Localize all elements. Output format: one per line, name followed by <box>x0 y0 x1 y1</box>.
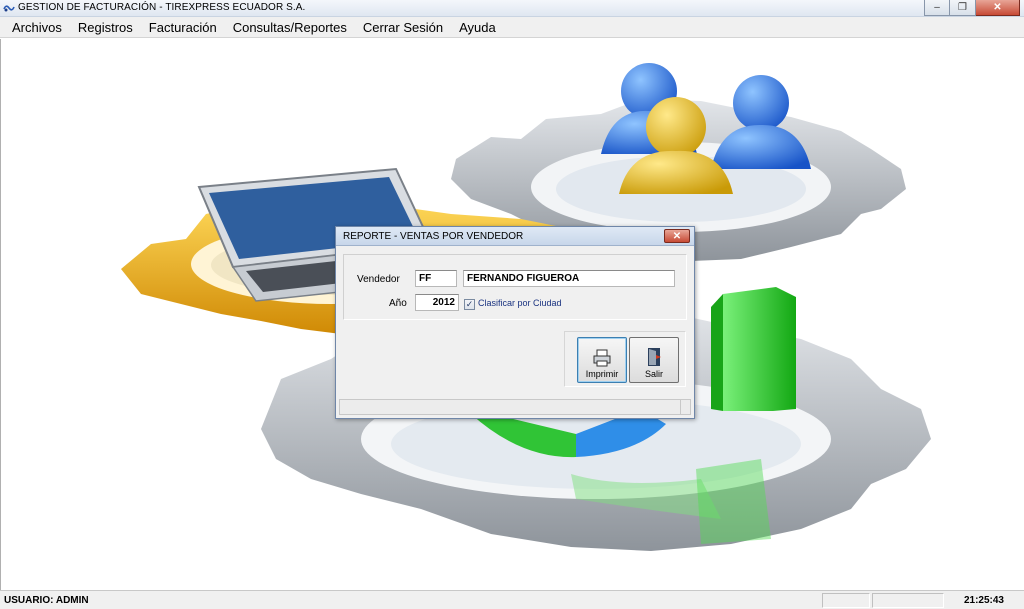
action-button-group: Imprimir Salir <box>564 331 686 387</box>
app-statusbar: USUARIO: ADMIN 21:25:43 <box>0 590 1024 609</box>
app-icon <box>3 5 15 12</box>
window-controls: – ❐ ✕ <box>924 0 1020 16</box>
door-exit-icon <box>648 348 661 366</box>
status-panel-1 <box>822 593 870 608</box>
dialog-statusbar <box>339 399 691 415</box>
menu-ayuda[interactable]: Ayuda <box>451 20 504 35</box>
menu-cerrar-sesion[interactable]: Cerrar Sesión <box>355 20 451 35</box>
dialog-title: REPORTE - VENTAS POR VENDEDOR <box>343 231 524 242</box>
printer-icon <box>593 349 611 367</box>
clasificar-label[interactable]: Clasificar por Ciudad <box>478 298 562 308</box>
restore-button[interactable]: ❐ <box>950 0 976 16</box>
anio-input[interactable]: 2012 <box>415 294 459 311</box>
vendedor-name-input[interactable]: FERNANDO FIGUEROA <box>463 270 675 287</box>
exit-button[interactable]: Salir <box>629 337 679 383</box>
status-clock: 21:25:43 <box>963 595 1004 606</box>
anio-label: Año <box>389 298 407 309</box>
vendedor-code-input[interactable]: FF <box>415 270 457 287</box>
menu-facturacion[interactable]: Facturación <box>141 20 225 35</box>
mdi-workspace: REPORTE - VENTAS POR VENDEDOR ✕ Vendedor… <box>0 39 1024 590</box>
menu-bar: Archivos Registros Facturación Consultas… <box>0 17 1024 38</box>
resize-grip[interactable] <box>680 400 690 414</box>
dialog-titlebar: REPORTE - VENTAS POR VENDEDOR ✕ <box>336 227 694 246</box>
menu-registros[interactable]: Registros <box>70 20 141 35</box>
window-titlebar: GESTION DE FACTURACIÓN - TIREXPRESS ECUA… <box>0 0 1024 17</box>
clasificar-checkbox[interactable]: ✓ <box>464 299 475 310</box>
dialog-close-button[interactable]: ✕ <box>664 229 690 243</box>
close-button[interactable]: ✕ <box>976 0 1020 16</box>
report-dialog: REPORTE - VENTAS POR VENDEDOR ✕ Vendedor… <box>335 226 695 419</box>
filters-frame <box>343 254 687 320</box>
status-panel-2 <box>872 593 944 608</box>
status-user: USUARIO: ADMIN <box>4 595 89 606</box>
print-button[interactable]: Imprimir <box>577 337 627 383</box>
print-button-label: Imprimir <box>585 369 619 379</box>
minimize-button[interactable]: – <box>924 0 950 16</box>
menu-consultas-reportes[interactable]: Consultas/Reportes <box>225 20 355 35</box>
menu-archivos[interactable]: Archivos <box>4 20 70 35</box>
exit-button-label: Salir <box>644 369 663 379</box>
vendedor-label: Vendedor <box>357 274 400 285</box>
window-title: GESTION DE FACTURACIÓN - TIREXPRESS ECUA… <box>18 2 306 13</box>
